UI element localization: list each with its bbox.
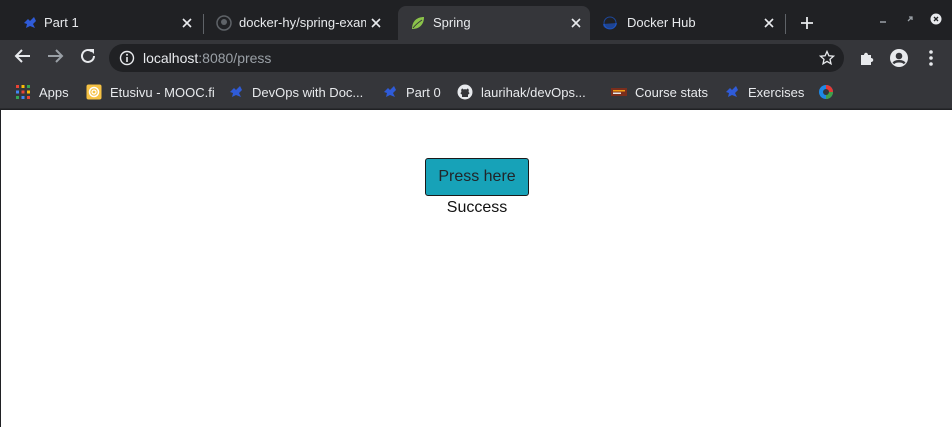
bookmark-apps[interactable]: Apps: [15, 83, 69, 101]
page-content: Press here Success: [1, 110, 952, 427]
press-here-button[interactable]: Press here: [425, 158, 529, 196]
bookmark-label: DevOps with Doc...: [252, 84, 364, 100]
back-button[interactable]: [11, 46, 35, 70]
close-icon[interactable]: [367, 14, 385, 32]
close-icon[interactable]: [567, 14, 585, 32]
github-icon: [216, 15, 232, 31]
reload-icon: [79, 47, 97, 70]
bookmarks-bar: Apps Etusivu - MOOC.fi DevOps with Doc..…: [0, 76, 952, 109]
tab-strip: Part 1 docker-hy/spring-exam Spring Dock…: [0, 0, 952, 40]
reload-button[interactable]: [76, 46, 100, 70]
close-icon[interactable]: [178, 14, 196, 32]
arrow-right-icon: [46, 47, 64, 70]
tab-title: Part 1: [44, 15, 79, 30]
restore-icon[interactable]: [902, 11, 918, 27]
tab-title: Docker Hub: [627, 15, 696, 30]
new-tab-button[interactable]: [796, 12, 818, 34]
tab-separator: [785, 14, 786, 34]
status-text: Success: [446, 199, 508, 216]
github-icon: [457, 84, 473, 100]
forward-button[interactable]: [43, 46, 67, 70]
devops-icon: [724, 84, 740, 100]
close-icon[interactable]: [760, 14, 778, 32]
bookmark-extension[interactable]: [818, 83, 842, 101]
extension-icon: [818, 84, 834, 100]
spring-leaf-icon: [410, 15, 426, 31]
url-text[interactable]: localhost:8080/press: [143, 50, 271, 66]
close-window-icon[interactable]: [928, 11, 944, 27]
bookmark-exercises[interactable]: Exercises: [724, 83, 804, 101]
bookmark-label: Exercises: [748, 84, 805, 100]
bookmark-label: Part 0: [406, 84, 441, 100]
browser-toolbar: localhost:8080/press: [0, 40, 952, 76]
mooc-icon: [86, 84, 102, 100]
arrow-left-icon: [14, 47, 32, 70]
tab-part-1[interactable]: Part 1: [0, 6, 202, 40]
course-stats-icon: [611, 84, 627, 100]
bookmark-mooc[interactable]: Etusivu - MOOC.fi: [86, 83, 215, 101]
menu-dots-icon[interactable]: [921, 48, 941, 68]
url-host: localhost: [143, 50, 199, 66]
devops-icon: [22, 15, 38, 31]
bookmark-laurihak-devops[interactable]: laurihak/devOps...: [457, 83, 586, 101]
bookmark-devops-with-docker[interactable]: DevOps with Doc...: [228, 83, 363, 101]
bookmark-label: Course stats: [635, 84, 708, 100]
devops-icon: [382, 84, 398, 100]
apps-grid-icon: [15, 84, 31, 100]
minimize-icon[interactable]: [875, 11, 891, 27]
docker-icon: [602, 15, 618, 31]
profile-avatar-icon[interactable]: [889, 48, 909, 68]
tab-spring-example[interactable]: docker-hy/spring-exam: [204, 6, 396, 40]
bookmark-label: Apps: [39, 84, 69, 100]
tab-title: docker-hy/spring-exam: [239, 15, 366, 30]
bookmark-label: Etusivu - MOOC.fi: [110, 84, 215, 100]
tab-docker-hub[interactable]: Docker Hub: [592, 6, 784, 40]
bookmark-part-0[interactable]: Part 0: [382, 83, 441, 101]
info-icon[interactable]: [119, 50, 135, 66]
extensions-icon[interactable]: [857, 48, 877, 68]
tab-title: Spring: [433, 15, 471, 30]
bookmark-label: laurihak/devOps...: [481, 84, 586, 100]
bookmark-course-stats[interactable]: Course stats: [611, 83, 708, 101]
bookmark-star-icon[interactable]: [818, 49, 836, 66]
devops-icon: [228, 84, 244, 100]
address-bar[interactable]: localhost:8080/press: [109, 44, 844, 72]
tab-spring[interactable]: Spring: [398, 6, 590, 40]
url-path: :8080/press: [198, 50, 272, 66]
